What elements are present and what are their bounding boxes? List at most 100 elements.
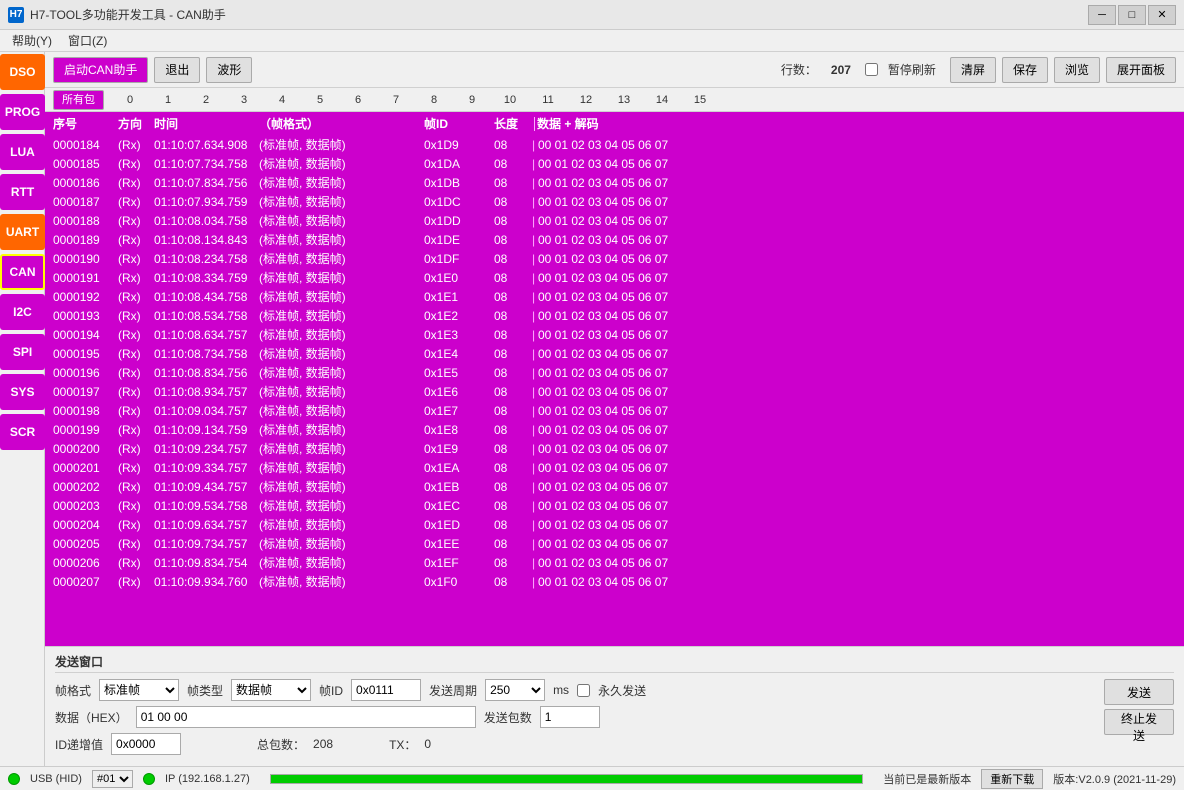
row-time: 01:10:07.934.759 — [154, 195, 259, 209]
data-hex-input[interactable] — [136, 706, 476, 728]
row-dir: (Rx) — [118, 176, 154, 190]
row-time: 01:10:09.734.757 — [154, 537, 259, 551]
row-seq: 0000200 — [53, 442, 118, 456]
browse-button[interactable]: 浏览 — [1054, 57, 1100, 83]
row-data: 00 01 02 03 04 05 06 07 — [538, 347, 1176, 361]
row-seq: 0000204 — [53, 518, 118, 532]
minimize-button[interactable]: ─ — [1088, 5, 1116, 25]
version-label: 版本:V2.0.9 (2021-11-29) — [1053, 771, 1176, 787]
send-panel-title: 发送窗口 — [55, 653, 1174, 673]
row-dir: (Rx) — [118, 442, 154, 456]
row-id: 0x1EE — [424, 537, 494, 551]
row-id: 0x1DB — [424, 176, 494, 190]
id-increment-input[interactable] — [111, 733, 181, 755]
row-dir: (Rx) — [118, 271, 154, 285]
redownload-button[interactable]: 重新下载 — [981, 769, 1043, 789]
sidebar-item-uart[interactable]: UART — [0, 214, 45, 250]
row-seq: 0000188 — [53, 214, 118, 228]
row-dir: (Rx) — [118, 347, 154, 361]
row-format: (标准帧, 数据帧) — [259, 440, 424, 457]
close-button[interactable]: ✕ — [1148, 5, 1176, 25]
row-time: 01:10:08.434.758 — [154, 290, 259, 304]
maximize-button[interactable]: □ — [1118, 5, 1146, 25]
sidebar-item-scr[interactable]: SCR — [0, 414, 45, 450]
frame-id-label: 帧ID — [319, 682, 343, 699]
row-time: 01:10:08.734.758 — [154, 347, 259, 361]
expand-button[interactable]: 展开面板 — [1106, 57, 1176, 83]
col-num-14: 14 — [644, 94, 680, 106]
usb-label: USB (HID) — [30, 773, 82, 785]
row-format: (标准帧, 数据帧) — [259, 497, 424, 514]
row-len: 08 — [494, 499, 532, 513]
header-format: （帧格式） — [259, 115, 424, 132]
filter-all-tab[interactable]: 所有包 — [53, 90, 104, 110]
sidebar-item-rtt[interactable]: RTT — [0, 174, 45, 210]
status-progress-bar-container — [270, 774, 864, 784]
status-progress-bar — [271, 775, 863, 783]
header-dir: 方向 — [118, 115, 154, 132]
row-format: (标准帧, 数据帧) — [259, 573, 424, 590]
sidebar-item-prog[interactable]: PROG — [0, 94, 45, 130]
col-num-1: 1 — [150, 94, 186, 106]
send-button[interactable]: 发送 — [1104, 679, 1174, 705]
row-time: 01:10:08.834.756 — [154, 366, 259, 380]
row-dir: (Rx) — [118, 138, 154, 152]
row-len: 08 — [494, 271, 532, 285]
row-len: 08 — [494, 575, 532, 589]
sidebar-item-sys[interactable]: SYS — [0, 374, 45, 410]
table-row: 0000188 (Rx) 01:10:08.034.758 (标准帧, 数据帧)… — [45, 211, 1184, 230]
row-seq: 0000196 — [53, 366, 118, 380]
sidebar-item-spi[interactable]: SPI — [0, 334, 45, 370]
data-table[interactable]: 0000184 (Rx) 01:10:07.634.908 (标准帧, 数据帧)… — [45, 135, 1184, 646]
sidebar-item-i2c[interactable]: I2C — [0, 294, 45, 330]
row-id: 0x1EC — [424, 499, 494, 513]
send-count-label: 发送包数 — [484, 709, 532, 726]
frame-format-select[interactable]: 标准帧 — [99, 679, 179, 701]
send-period-select[interactable]: 250 — [485, 679, 545, 701]
menu-help[interactable]: 帮助(Y) — [4, 30, 60, 51]
table-row: 0000204 (Rx) 01:10:09.634.757 (标准帧, 数据帧)… — [45, 515, 1184, 534]
row-data: 00 01 02 03 04 05 06 07 — [538, 176, 1176, 190]
row-id: 0x1E6 — [424, 385, 494, 399]
row-data: 00 01 02 03 04 05 06 07 — [538, 138, 1176, 152]
clear-button[interactable]: 清屏 — [950, 57, 996, 83]
send-count-input[interactable] — [540, 706, 600, 728]
sidebar-item-lua[interactable]: LUA — [0, 134, 45, 170]
row-dir: (Rx) — [118, 480, 154, 494]
row-len: 08 — [494, 461, 532, 475]
row-time: 01:10:08.934.757 — [154, 385, 259, 399]
frame-id-input[interactable] — [351, 679, 421, 701]
data-hex-label: 数据（HEX） — [55, 709, 128, 726]
row-data: 00 01 02 03 04 05 06 07 — [538, 366, 1176, 380]
row-data: 00 01 02 03 04 05 06 07 — [538, 214, 1176, 228]
row-id: 0x1DD — [424, 214, 494, 228]
sidebar-item-dso[interactable]: DSO — [0, 54, 45, 90]
port-select[interactable]: #01 — [92, 770, 133, 788]
row-format: (标准帧, 数据帧) — [259, 250, 424, 267]
menu-window[interactable]: 窗口(Z) — [60, 30, 115, 51]
stop-send-button[interactable]: 终止发送 — [1104, 709, 1174, 735]
row-dir: (Rx) — [118, 309, 154, 323]
row-seq: 0000185 — [53, 157, 118, 171]
header-data: 数据 + 解码 — [537, 115, 1176, 132]
row-len: 08 — [494, 138, 532, 152]
row-id: 0x1DF — [424, 252, 494, 266]
save-button[interactable]: 保存 — [1002, 57, 1048, 83]
sidebar: DSO PROG LUA RTT UART CAN I2C SPI SYS SC… — [0, 52, 45, 766]
col-num-4: 4 — [264, 94, 300, 106]
sidebar-item-can[interactable]: CAN — [0, 254, 45, 290]
forever-send-checkbox[interactable] — [577, 684, 590, 697]
exit-button[interactable]: 退出 — [154, 57, 200, 83]
row-data: 00 01 02 03 04 05 06 07 — [538, 233, 1176, 247]
frame-type-select[interactable]: 数据帧 — [231, 679, 311, 701]
pause-checkbox[interactable] — [865, 63, 878, 76]
col-num-2: 2 — [188, 94, 224, 106]
row-seq: 0000207 — [53, 575, 118, 589]
start-can-button[interactable]: 启动CAN助手 — [53, 57, 148, 83]
row-time: 01:10:08.334.759 — [154, 271, 259, 285]
row-format: (标准帧, 数据帧) — [259, 288, 424, 305]
row-format: (标准帧, 数据帧) — [259, 554, 424, 571]
wave-button[interactable]: 波形 — [206, 57, 252, 83]
row-count-value: 207 — [831, 63, 851, 77]
row-id: 0x1E2 — [424, 309, 494, 323]
